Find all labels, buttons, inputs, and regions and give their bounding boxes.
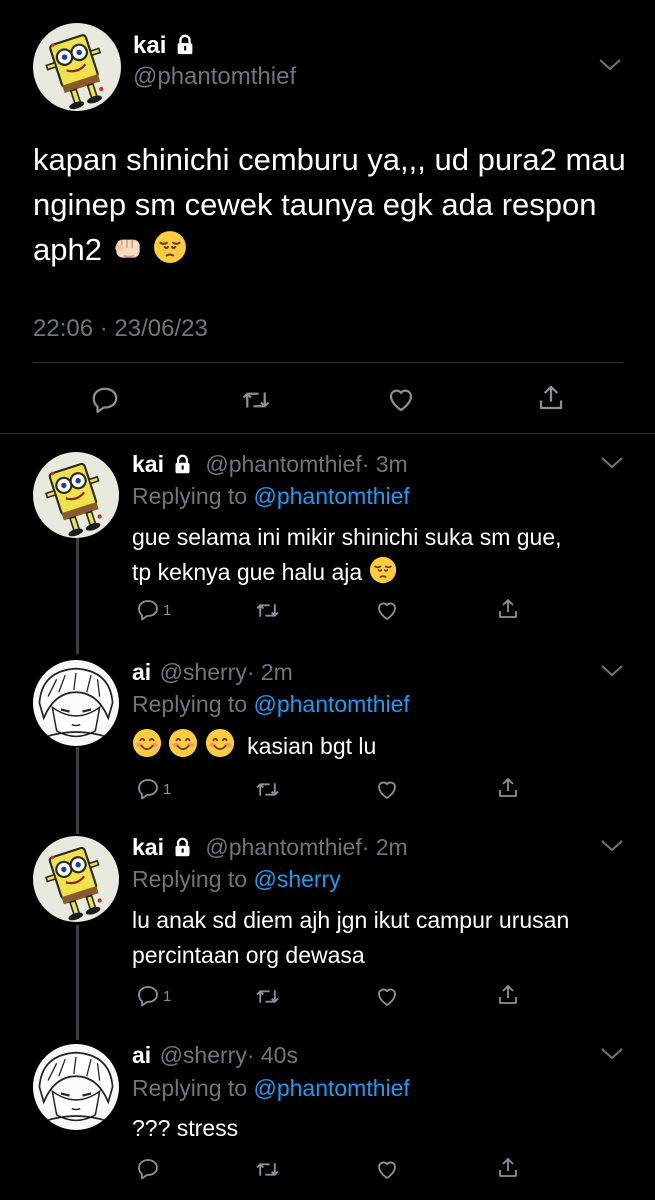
replying-label: Replying to bbox=[132, 1075, 248, 1101]
replying-to-link[interactable]: @phantomthief bbox=[253, 1075, 409, 1101]
lock-icon bbox=[172, 837, 193, 858]
handle[interactable]: @sherry bbox=[160, 659, 247, 685]
pensive-emoji bbox=[153, 230, 187, 264]
like-icon[interactable] bbox=[375, 985, 399, 1009]
spongebob-avatar-image bbox=[33, 23, 121, 111]
pensive-emoji bbox=[369, 556, 397, 584]
handle[interactable]: @phantomthief bbox=[133, 63, 296, 91]
reply-button[interactable]: 1 bbox=[136, 598, 171, 622]
smile-emoji bbox=[168, 728, 198, 758]
tweet-timestamp: 22:06 · 23/06/23 bbox=[33, 315, 208, 342]
display-name[interactable]: kai bbox=[133, 32, 166, 59]
replying-label: Replying to bbox=[132, 866, 248, 892]
thread-line bbox=[76, 536, 79, 654]
thread-line bbox=[76, 925, 79, 1040]
avatar[interactable] bbox=[33, 23, 121, 111]
avatar[interactable] bbox=[33, 452, 119, 538]
spongebob-avatar-image bbox=[33, 452, 119, 538]
reply-icon bbox=[136, 598, 160, 622]
like-icon[interactable] bbox=[375, 778, 399, 802]
reply-count: 1 bbox=[163, 987, 172, 1005]
replying-label: Replying to bbox=[132, 691, 248, 717]
handle[interactable]: @phantomthief bbox=[205, 834, 361, 860]
reply-icon bbox=[136, 984, 160, 1008]
display-name[interactable]: kai bbox=[132, 451, 164, 477]
share-icon[interactable] bbox=[496, 776, 520, 800]
reply-text: kasian bgt lu bbox=[132, 728, 642, 764]
reply-text: ??? stress bbox=[132, 1115, 239, 1141]
smile-emoji bbox=[132, 728, 162, 758]
reply-time: · 3m bbox=[361, 451, 408, 477]
reply-count: 1 bbox=[163, 601, 172, 619]
retweet-icon[interactable] bbox=[255, 598, 280, 623]
reply-text: gue selama ini mikir shinichi suka sm gu… bbox=[132, 524, 562, 585]
retweet-icon[interactable] bbox=[255, 777, 280, 802]
chevron-down-icon[interactable] bbox=[600, 839, 624, 853]
display-name[interactable]: kai bbox=[132, 834, 164, 860]
handle[interactable]: @phantomthief bbox=[205, 451, 361, 477]
replying-to-link[interactable]: @phantomthief bbox=[253, 483, 409, 509]
replying-to-link[interactable]: @phantomthief bbox=[253, 691, 409, 717]
share-icon[interactable] bbox=[496, 983, 520, 1007]
fist-emoji bbox=[111, 230, 145, 264]
display-name[interactable]: ai bbox=[132, 1042, 151, 1068]
reply-button[interactable]: 1 bbox=[136, 777, 171, 801]
reply-time: · 2m bbox=[361, 834, 408, 860]
lock-icon bbox=[172, 454, 193, 475]
reply-icon[interactable] bbox=[90, 385, 120, 415]
retweet-icon[interactable] bbox=[255, 984, 280, 1009]
avatar[interactable] bbox=[33, 836, 119, 922]
smile-emoji bbox=[205, 728, 235, 758]
manga-avatar-image bbox=[33, 660, 119, 746]
thread-line bbox=[76, 747, 79, 834]
reply-text: lu anak sd diem ajh jgn ikut campur urus… bbox=[132, 907, 570, 968]
tweet-text: kapan shinichi cemburu ya,,, ud pura2 ma… bbox=[33, 142, 626, 267]
share-icon[interactable] bbox=[496, 1156, 520, 1180]
share-icon[interactable] bbox=[496, 597, 520, 621]
chevron-down-icon[interactable] bbox=[600, 664, 624, 678]
share-icon[interactable] bbox=[536, 383, 566, 413]
avatar[interactable] bbox=[33, 1044, 119, 1130]
reply-button[interactable] bbox=[136, 1157, 163, 1181]
manga-avatar-image bbox=[33, 1044, 119, 1130]
avatar[interactable] bbox=[33, 660, 119, 746]
replying-label: Replying to bbox=[132, 483, 248, 509]
section-divider bbox=[0, 433, 655, 434]
reply-icon bbox=[136, 1157, 160, 1181]
chevron-down-icon[interactable] bbox=[600, 1047, 624, 1061]
reply-button[interactable]: 1 bbox=[136, 984, 171, 1008]
reply-count: 1 bbox=[163, 780, 172, 798]
like-icon[interactable] bbox=[375, 599, 399, 623]
chevron-down-icon[interactable] bbox=[598, 58, 622, 72]
handle[interactable]: @sherry bbox=[160, 1042, 247, 1068]
display-name[interactable]: ai bbox=[132, 659, 151, 685]
chevron-down-icon[interactable] bbox=[600, 456, 624, 470]
divider bbox=[33, 362, 623, 363]
like-icon[interactable] bbox=[375, 1158, 399, 1182]
reply-time: · 2m bbox=[246, 659, 293, 685]
reply-time: · 40s bbox=[246, 1042, 298, 1068]
like-icon[interactable] bbox=[386, 385, 416, 415]
retweet-icon[interactable] bbox=[241, 385, 271, 415]
spongebob-avatar-image bbox=[33, 836, 119, 922]
retweet-icon[interactable] bbox=[255, 1157, 280, 1182]
replying-to-link[interactable]: @sherry bbox=[253, 866, 340, 892]
reply-icon bbox=[136, 777, 160, 801]
lock-icon bbox=[174, 34, 196, 56]
